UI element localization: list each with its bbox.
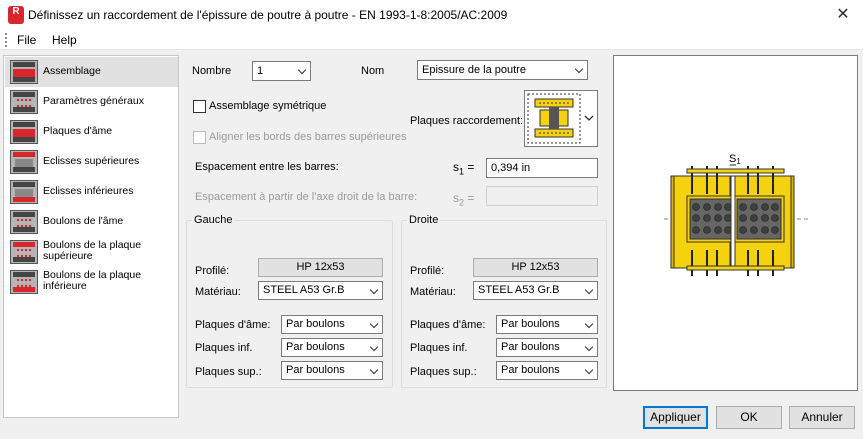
droite-profile-label: Profilé: [410,265,445,277]
sidebar-item-general[interactable]: Paramètres généraux [5,87,178,117]
connection-preview: S1 [613,55,858,391]
nom-select[interactable]: Epissure de la poutre [417,60,588,80]
nom-label: Nom [361,65,385,77]
apply-button[interactable]: Appliquer [643,406,708,429]
gauche-inf-plates-label: Plaques inf. [195,342,253,354]
symmetric-checkbox[interactable] [193,100,206,113]
close-icon[interactable]: ✕ [826,3,860,27]
gauche-web-plates-value: Par boulons [286,318,345,330]
chevron-down-icon [584,365,594,375]
gauche-profile-label: Profilé: [195,265,230,277]
gauche-material-value: STEEL A53 Gr.B [263,284,345,296]
general-params-icon [10,90,38,114]
droite-sup-plates-label: Plaques sup.: [410,366,477,378]
chevron-down-icon [369,319,379,329]
espacement-axe-label: Espacement à partir de l'axe droit de la… [195,191,418,203]
sidebar-item-label: Eclisses inférieures [43,185,134,197]
sidebar-item-web-bolts[interactable]: Boulons de l'âme [5,207,178,237]
droite-inf-plates-select[interactable]: Par boulons [496,338,598,357]
droite-web-plates-select[interactable]: Par boulons [496,315,598,334]
sidebar-item-assemblage[interactable]: Assemblage [5,57,178,87]
grip-icon [5,33,8,47]
chevron-down-icon [369,285,379,295]
s1-dimension-label: S1 [729,153,741,166]
s2-input[interactable] [486,186,598,206]
bottom-plate-bolts-icon [10,270,38,294]
nombre-label: Nombre [192,65,232,77]
chevron-down-icon [584,319,594,329]
s1-input[interactable]: 0,394 in [486,158,598,178]
gauche-sup-plates-select[interactable]: Par boulons [281,361,383,380]
sidebar-item-bottom-splice[interactable]: Eclisses inférieures [5,177,178,207]
menu-bar: File Help [0,30,863,50]
droite-profile-value: HP 12x53 [473,258,598,277]
chevron-down-icon [369,365,379,375]
bottom-splice-icon [10,180,38,204]
droite-web-plates-value: Par boulons [501,318,560,330]
sidebar-item-label: Boulons de l'âme [43,215,124,227]
sidebar-item-label: Eclisses supérieures [43,155,140,167]
web-plates-icon [10,120,38,144]
chevron-down-icon [369,342,379,352]
droite-material-label: Matériau: [410,286,456,298]
droite-title: Droite [407,214,441,226]
droite-material-select[interactable]: STEEL A53 Gr.B [473,281,598,300]
sidebar-item-label: Assemblage [43,65,101,77]
sidebar-item-label: Boulons de la plaque inférieure [43,269,142,292]
ok-button[interactable]: OK [716,406,782,429]
droite-inf-plates-label: Plaques inf. [410,342,468,354]
sidebar: Assemblage Paramètres généraux Plaques d… [3,55,179,418]
app-logo-icon: R [8,6,24,24]
splice-diagram: S1 [664,153,810,276]
assembly-icon [10,60,38,84]
gauche-sup-plates-label: Plaques sup.: [195,366,262,378]
sidebar-item-label: Boulons de la plaque supérieure [43,239,142,262]
align-checkbox[interactable] [193,131,206,144]
splice-plates-icon [527,93,594,144]
web-bolts-icon [10,210,38,234]
nom-value: Epissure de la poutre [422,64,526,76]
droite-material-value: STEEL A53 Gr.B [478,284,560,296]
plaques-raccordement-label: Plaques raccordement: [410,115,524,127]
chevron-down-icon [584,342,594,352]
droite-inf-plates-value: Par boulons [501,341,560,353]
espacement-label: Espacement entre les barres: [195,161,339,173]
chevron-down-icon [297,65,307,75]
top-plate-bolts-icon [10,240,38,264]
cancel-button[interactable]: Annuler [789,406,855,429]
droite-web-plates-label: Plaques d'âme: [410,319,486,331]
chevron-down-icon [574,64,584,74]
gauche-inf-plates-value: Par boulons [286,341,345,353]
align-label: Aligner les bords des barres supérieures [209,131,407,143]
gauche-material-select[interactable]: STEEL A53 Gr.B [258,281,383,300]
gauche-title: Gauche [192,214,235,226]
sidebar-item-top-plate-bolts[interactable]: Boulons de la plaque supérieure [5,237,178,267]
gauche-sup-plates-value: Par boulons [286,364,345,376]
window-title: Définissez un raccordement de l'épissure… [28,8,508,22]
sidebar-item-web-plates[interactable]: Plaques d'âme [5,117,178,147]
plates-type-picker[interactable] [524,90,598,147]
menu-file[interactable]: File [17,33,36,47]
gauche-web-plates-select[interactable]: Par boulons [281,315,383,334]
nombre-value: 1 [257,65,264,77]
sidebar-item-top-splice[interactable]: Eclisses supérieures [5,147,178,177]
sidebar-item-label: Plaques d'âme [43,125,113,137]
title-bar: R Définissez un raccordement de l'épissu… [0,0,863,30]
gauche-inf-plates-select[interactable]: Par boulons [281,338,383,357]
droite-sup-plates-value: Par boulons [501,364,560,376]
gauche-profile-value: HP 12x53 [258,258,383,277]
menu-help[interactable]: Help [52,33,77,47]
sidebar-item-label: Paramètres généraux [43,95,144,107]
gauche-material-label: Matériau: [195,286,241,298]
s2-label: s2 = [453,191,475,208]
nombre-select[interactable]: 1 [252,61,311,81]
s1-label: s1 = [453,160,475,177]
droite-sup-plates-select[interactable]: Par boulons [496,361,598,380]
sidebar-item-bottom-plate-bolts[interactable]: Boulons de la plaque inférieure [5,267,178,297]
top-splice-icon [10,150,38,174]
symmetric-label: Assemblage symétrique [209,100,327,112]
chevron-down-icon [584,285,594,295]
gauche-web-plates-label: Plaques d'âme: [195,319,271,331]
